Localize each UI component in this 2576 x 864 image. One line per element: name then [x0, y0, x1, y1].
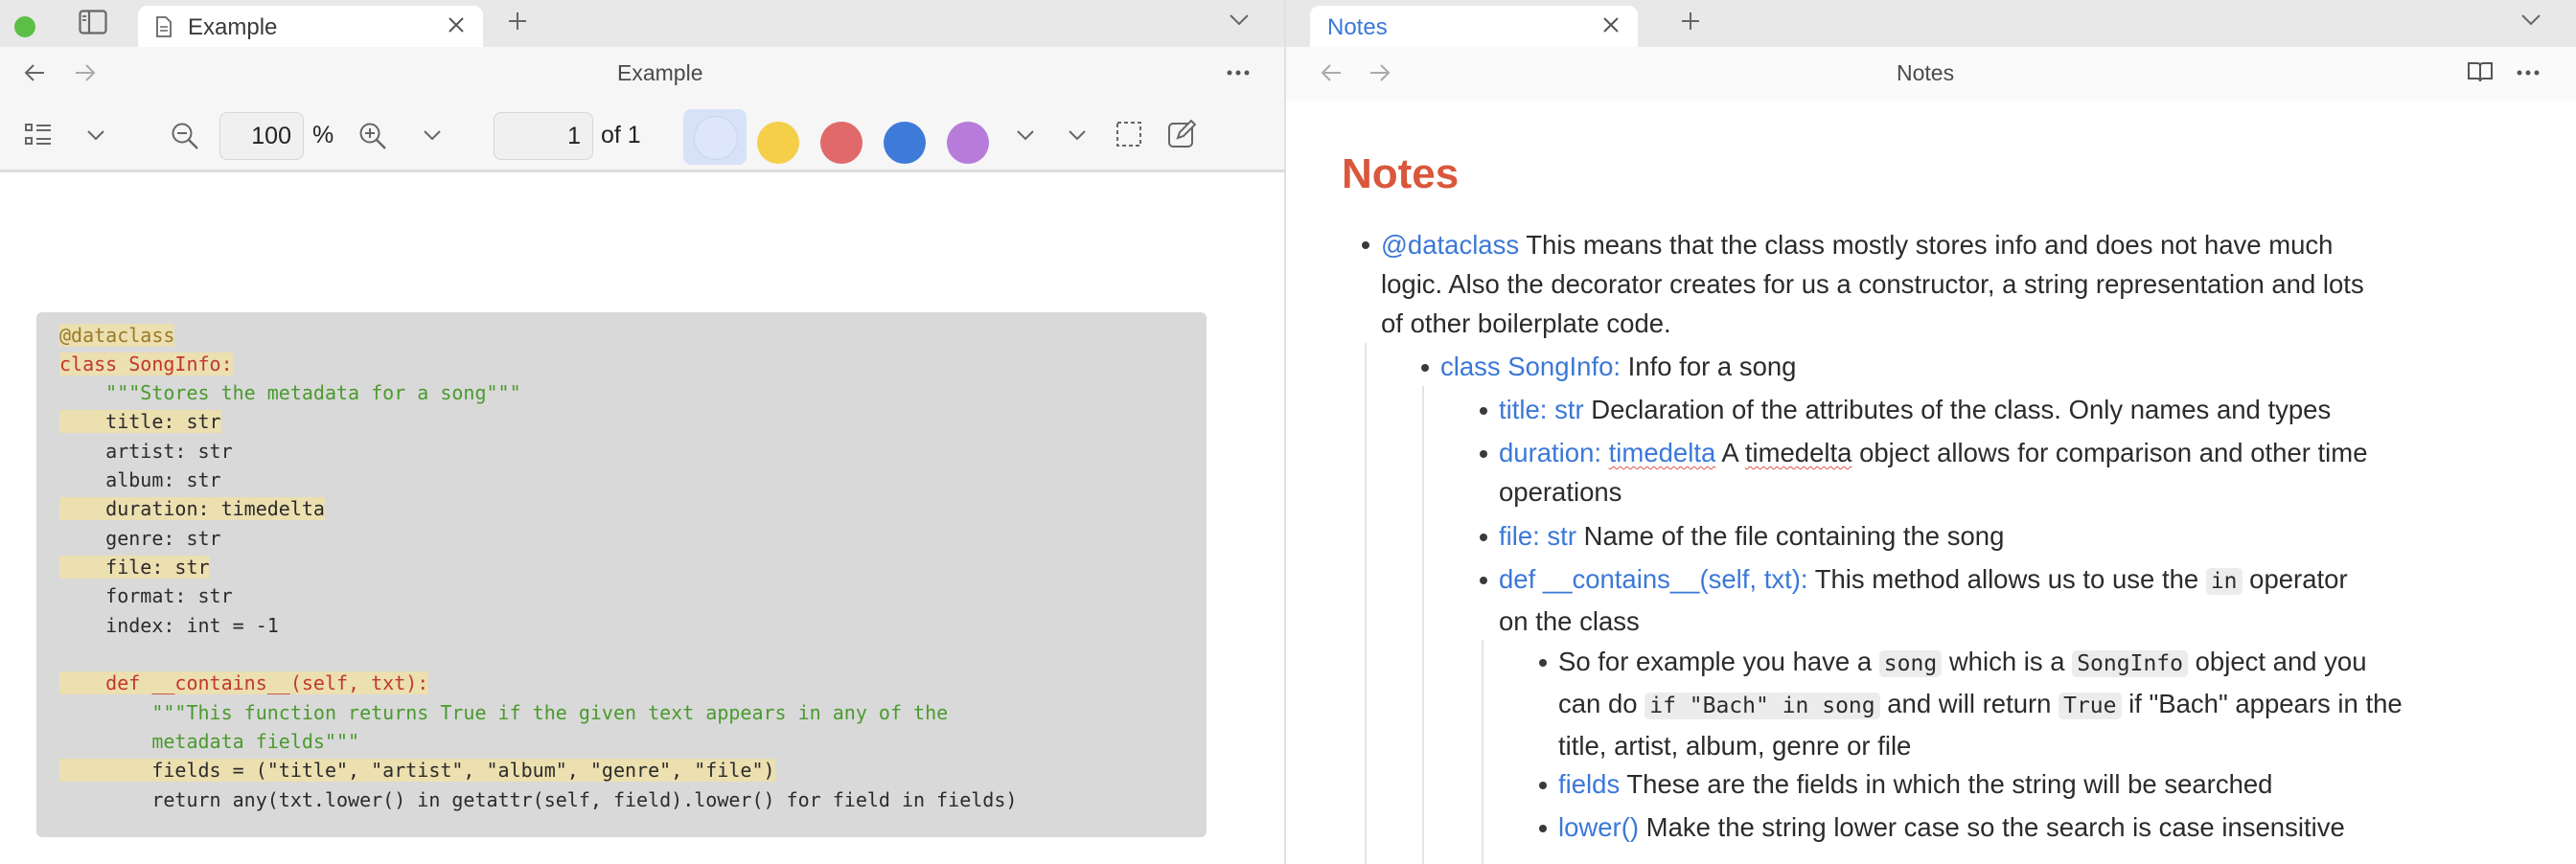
- pdf-page-area[interactable]: @dataclass class SongInfo: """Stores the…: [0, 172, 1284, 864]
- close-icon[interactable]: [447, 15, 466, 34]
- zoom-in-icon[interactable]: [358, 122, 387, 150]
- new-tab-plus-icon[interactable]: [1679, 10, 1702, 33]
- color-swatch-yellow[interactable]: [757, 122, 799, 164]
- tab-example-label: Example: [188, 14, 278, 40]
- code-line: fields = ("title", "artist", "album", "g…: [59, 759, 775, 782]
- notes-editor[interactable]: Notes @dataclass This means that the cla…: [1286, 101, 2576, 864]
- code-line: artist: str: [59, 440, 233, 463]
- code-line: album: str: [59, 468, 221, 491]
- code-line: duration: timedelta: [59, 497, 325, 520]
- list-item-example: So for example you have a song which is …: [1558, 647, 2403, 761]
- list-bullet: [1480, 577, 1487, 584]
- page-input[interactable]: 1: [494, 112, 593, 160]
- indent-guide: [1482, 640, 1484, 864]
- reading-view-book-icon[interactable]: [2467, 60, 2494, 83]
- list-item-songinfo: class SongInfo: Info for a song: [1440, 352, 1797, 381]
- code-line: class SongInfo:: [59, 352, 233, 375]
- code-line: format: str: [59, 584, 233, 607]
- forward-arrow-icon[interactable]: [1368, 62, 1392, 83]
- back-arrow-icon[interactable]: [1320, 62, 1343, 83]
- page-count: of 1: [601, 122, 641, 148]
- edit-icon[interactable]: [1167, 120, 1196, 148]
- list-bullet: [1362, 241, 1369, 249]
- window-control-dot[interactable]: [14, 16, 35, 37]
- colors-chevron-down-icon[interactable]: [1016, 129, 1035, 141]
- list-bullet: [1480, 407, 1487, 415]
- selection-icon[interactable]: [1116, 121, 1142, 148]
- document-icon: [155, 16, 172, 37]
- close-icon[interactable]: [1601, 15, 1621, 34]
- code-line: @dataclass: [59, 324, 175, 347]
- list-item-duration: duration: timedelta A timedelta object a…: [1499, 438, 2368, 507]
- outline-list-icon[interactable]: [24, 122, 53, 148]
- code-block: @dataclass class SongInfo: """Stores the…: [36, 312, 1207, 837]
- list-item-fields: fields These are the fields in which the…: [1558, 769, 2273, 799]
- right-tab-bar: Notes: [1286, 0, 2576, 47]
- list-bullet: [1539, 659, 1547, 667]
- code-line: index: int = -1: [59, 614, 279, 637]
- code-line: metadata fields""": [59, 730, 360, 753]
- indent-guide: [1365, 343, 1367, 864]
- code-line: title: str: [59, 410, 221, 433]
- left-tab-bar: Example: [0, 0, 1284, 47]
- color-swatch-purple[interactable]: [947, 122, 989, 164]
- color-swatch-blue[interactable]: [884, 122, 926, 164]
- new-tab-plus-icon[interactable]: [506, 10, 529, 33]
- code-line: genre: str: [59, 527, 221, 550]
- code-line: file: str: [59, 556, 210, 579]
- list-item-title: title: str Declaration of the attributes…: [1499, 395, 2332, 424]
- zoom-input[interactable]: 100: [219, 112, 304, 160]
- zoom-out-icon[interactable]: [171, 122, 199, 150]
- code-line: return any(txt.lower() in getattr(self, …: [59, 788, 1018, 811]
- pdf-toolbar: 100 % 1 of 1: [0, 101, 1284, 172]
- list-bullet: [1421, 364, 1429, 372]
- back-arrow-icon[interactable]: [23, 62, 46, 83]
- list-bullet: [1539, 782, 1547, 789]
- list-item-lower: lower() Make the string lower case so th…: [1558, 812, 2345, 842]
- color-swatch-red[interactable]: [820, 122, 862, 164]
- list-bullet: [1539, 825, 1547, 832]
- tab-notes[interactable]: Notes: [1310, 6, 1638, 47]
- chevron-down-icon[interactable]: [1068, 129, 1087, 141]
- tab-notes-label: Notes: [1327, 14, 1388, 40]
- sidebar-toggle-icon[interactable]: [77, 8, 109, 36]
- zoom-chevron-down-icon[interactable]: [423, 129, 442, 141]
- left-nav-row: Example: [0, 47, 1284, 101]
- nav-title: Notes: [1897, 60, 1955, 85]
- list-bullet: [1480, 450, 1487, 458]
- list-item-contains: def __contains__(self, txt): This method…: [1499, 564, 2348, 636]
- tab-list-chevron-down-icon[interactable]: [1229, 13, 1250, 27]
- list-item-dataclass: @dataclass This means that the class mos…: [1381, 230, 2364, 338]
- more-options-icon[interactable]: [1227, 70, 1250, 76]
- color-swatch-none[interactable]: [694, 116, 738, 160]
- zoom-unit: %: [312, 122, 334, 148]
- code-line: """Stores the metadata for a song""": [59, 381, 521, 404]
- tab-example[interactable]: Example: [138, 6, 483, 47]
- code-line: def __contains__(self, txt):: [59, 671, 429, 694]
- nav-title: Example: [617, 60, 703, 85]
- forward-arrow-icon[interactable]: [74, 62, 97, 83]
- indent-guide: [1422, 386, 1424, 864]
- list-item-file: file: str Name of the file containing th…: [1499, 521, 2005, 551]
- tab-list-chevron-down-icon[interactable]: [2520, 13, 2542, 27]
- more-options-icon[interactable]: [2517, 70, 2540, 76]
- code-line: """This function returns True if the giv…: [59, 701, 949, 724]
- list-bullet: [1480, 534, 1487, 541]
- chevron-down-icon[interactable]: [86, 129, 105, 141]
- right-nav-row: Notes: [1286, 47, 2576, 101]
- notes-heading: Notes: [1342, 150, 1460, 197]
